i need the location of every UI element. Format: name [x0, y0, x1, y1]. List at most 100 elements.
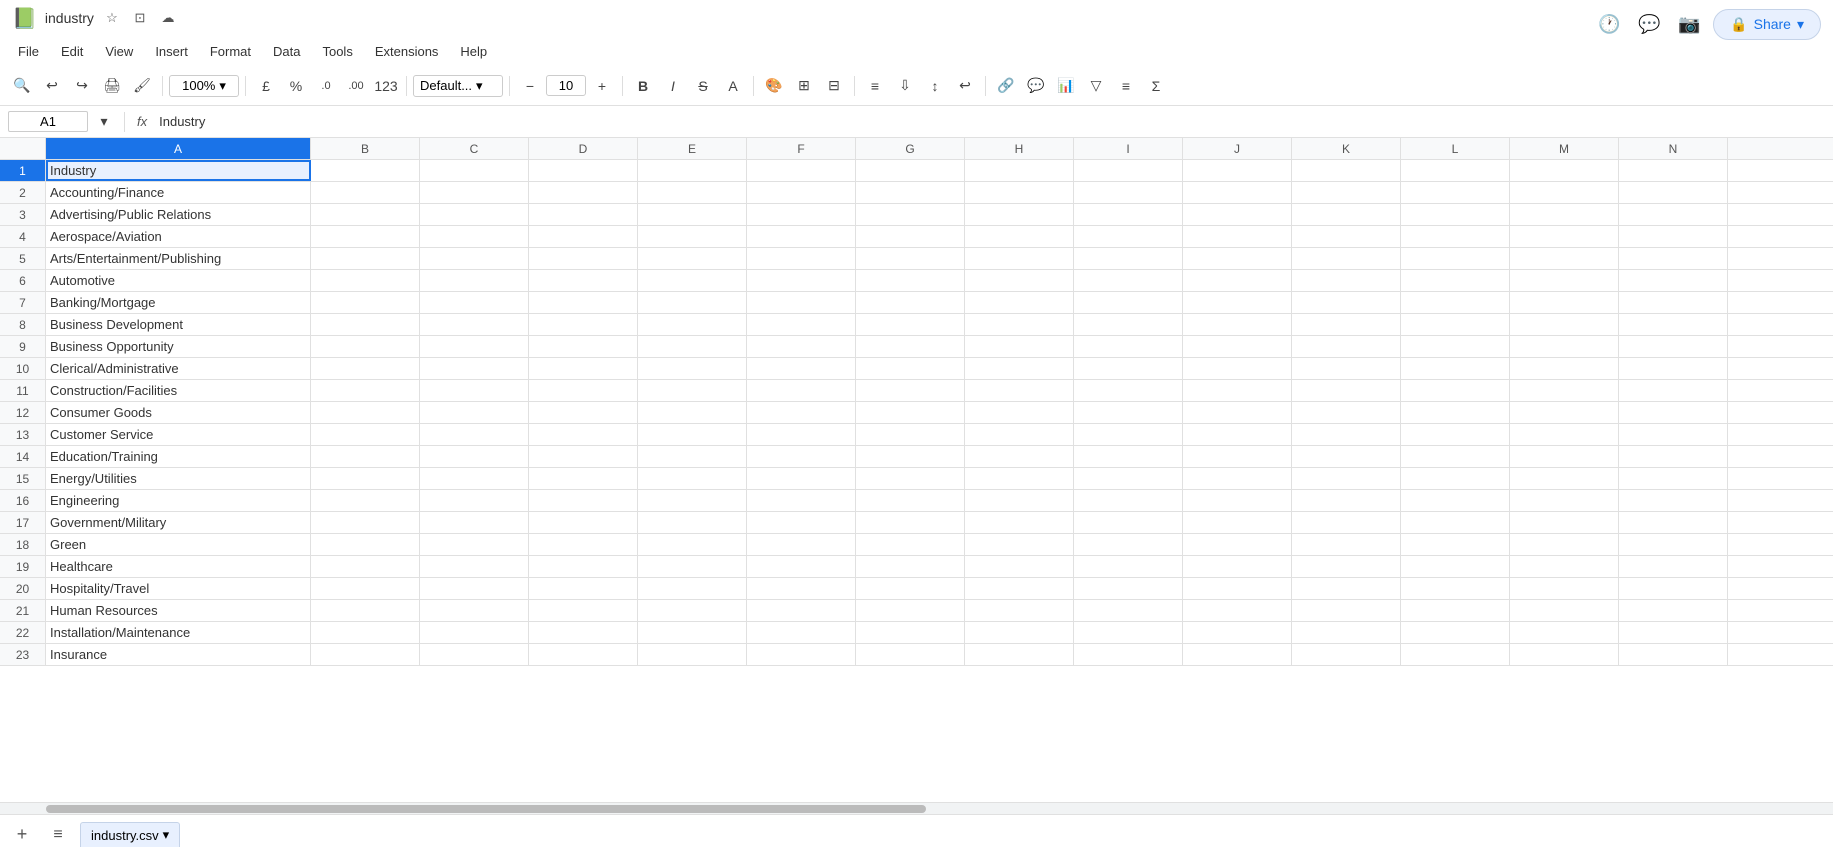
cell-c1[interactable]	[420, 160, 529, 181]
col-header-i[interactable]: I	[1074, 138, 1183, 159]
table-row[interactable]: 15Energy/Utilities	[0, 468, 1833, 490]
cell-a19[interactable]: Healthcare	[46, 556, 311, 577]
cell-g15[interactable]	[856, 468, 965, 489]
cell-n15[interactable]	[1619, 468, 1728, 489]
cell-n9[interactable]	[1619, 336, 1728, 357]
table-row[interactable]: 3Advertising/Public Relations	[0, 204, 1833, 226]
cell-b1[interactable]	[311, 160, 420, 181]
cell-l4[interactable]	[1401, 226, 1510, 247]
cell-g9[interactable]	[856, 336, 965, 357]
search-btn[interactable]: 🔍	[8, 72, 36, 100]
cell-b2[interactable]	[311, 182, 420, 203]
cell-e22[interactable]	[638, 622, 747, 643]
cell-k4[interactable]	[1292, 226, 1401, 247]
cell-l21[interactable]	[1401, 600, 1510, 621]
scrollbar-thumb[interactable]	[46, 805, 926, 813]
text-rotate-btn[interactable]: ↕	[921, 72, 949, 100]
cell-m4[interactable]	[1510, 226, 1619, 247]
cell-d23[interactable]	[529, 644, 638, 665]
cell-b23[interactable]	[311, 644, 420, 665]
cell-e21[interactable]	[638, 600, 747, 621]
cell-d1[interactable]	[529, 160, 638, 181]
formula-input[interactable]: Industry	[155, 112, 1825, 131]
cell-j3[interactable]	[1183, 204, 1292, 225]
table-row[interactable]: 22Installation/Maintenance	[0, 622, 1833, 644]
cell-c16[interactable]	[420, 490, 529, 511]
table-row[interactable]: 23Insurance	[0, 644, 1833, 666]
cell-d22[interactable]	[529, 622, 638, 643]
cell-d21[interactable]	[529, 600, 638, 621]
sheets-menu-btn[interactable]: ≡	[44, 821, 72, 849]
menu-insert[interactable]: Insert	[145, 40, 198, 63]
cell-k10[interactable]	[1292, 358, 1401, 379]
folder-icon[interactable]: ⊡	[130, 8, 150, 28]
text-wrap-btn[interactable]: ↩	[951, 72, 979, 100]
cell-n21[interactable]	[1619, 600, 1728, 621]
cell-l18[interactable]	[1401, 534, 1510, 555]
cell-l11[interactable]	[1401, 380, 1510, 401]
cell-i6[interactable]	[1074, 270, 1183, 291]
cell-i10[interactable]	[1074, 358, 1183, 379]
cell-g2[interactable]	[856, 182, 965, 203]
cell-e17[interactable]	[638, 512, 747, 533]
cell-c9[interactable]	[420, 336, 529, 357]
cell-m17[interactable]	[1510, 512, 1619, 533]
table-row[interactable]: 13Customer Service	[0, 424, 1833, 446]
cell-f5[interactable]	[747, 248, 856, 269]
table-row[interactable]: 1Industry	[0, 160, 1833, 182]
cell-b19[interactable]	[311, 556, 420, 577]
menu-help[interactable]: Help	[450, 40, 497, 63]
cell-f19[interactable]	[747, 556, 856, 577]
cell-i1[interactable]	[1074, 160, 1183, 181]
cell-m13[interactable]	[1510, 424, 1619, 445]
cell-k18[interactable]	[1292, 534, 1401, 555]
table-row[interactable]: 16Engineering	[0, 490, 1833, 512]
cell-j5[interactable]	[1183, 248, 1292, 269]
cell-m12[interactable]	[1510, 402, 1619, 423]
cell-b7[interactable]	[311, 292, 420, 313]
cell-h17[interactable]	[965, 512, 1074, 533]
cell-m18[interactable]	[1510, 534, 1619, 555]
history-btn[interactable]: 🕐	[1593, 8, 1625, 40]
cell-c10[interactable]	[420, 358, 529, 379]
chart-btn[interactable]: 📊	[1052, 72, 1080, 100]
menu-format[interactable]: Format	[200, 40, 261, 63]
cell-g19[interactable]	[856, 556, 965, 577]
text-color-btn[interactable]: A	[719, 72, 747, 100]
col-header-a[interactable]: A	[46, 138, 311, 159]
cell-b13[interactable]	[311, 424, 420, 445]
cell-n1[interactable]	[1619, 160, 1728, 181]
cell-e15[interactable]	[638, 468, 747, 489]
cell-g13[interactable]	[856, 424, 965, 445]
cell-i9[interactable]	[1074, 336, 1183, 357]
cell-m6[interactable]	[1510, 270, 1619, 291]
cell-l2[interactable]	[1401, 182, 1510, 203]
cell-k12[interactable]	[1292, 402, 1401, 423]
align-btn[interactable]: ≡	[861, 72, 889, 100]
cell-e19[interactable]	[638, 556, 747, 577]
cell-j13[interactable]	[1183, 424, 1292, 445]
cell-a1[interactable]: Industry	[46, 160, 311, 181]
cell-c7[interactable]	[420, 292, 529, 313]
paint-format-btn[interactable]: 🖌	[128, 72, 156, 100]
chat-btn[interactable]: 💬	[1633, 8, 1665, 40]
cell-m23[interactable]	[1510, 644, 1619, 665]
cell-m19[interactable]	[1510, 556, 1619, 577]
cell-a11[interactable]: Construction/Facilities	[46, 380, 311, 401]
cell-e9[interactable]	[638, 336, 747, 357]
cell-l14[interactable]	[1401, 446, 1510, 467]
cell-b18[interactable]	[311, 534, 420, 555]
cell-i17[interactable]	[1074, 512, 1183, 533]
cell-a12[interactable]: Consumer Goods	[46, 402, 311, 423]
cell-d9[interactable]	[529, 336, 638, 357]
cell-k19[interactable]	[1292, 556, 1401, 577]
cell-c23[interactable]	[420, 644, 529, 665]
cell-m8[interactable]	[1510, 314, 1619, 335]
cell-k1[interactable]	[1292, 160, 1401, 181]
cell-j16[interactable]	[1183, 490, 1292, 511]
cell-g16[interactable]	[856, 490, 965, 511]
cell-h10[interactable]	[965, 358, 1074, 379]
cell-e20[interactable]	[638, 578, 747, 599]
cell-g4[interactable]	[856, 226, 965, 247]
cell-j14[interactable]	[1183, 446, 1292, 467]
